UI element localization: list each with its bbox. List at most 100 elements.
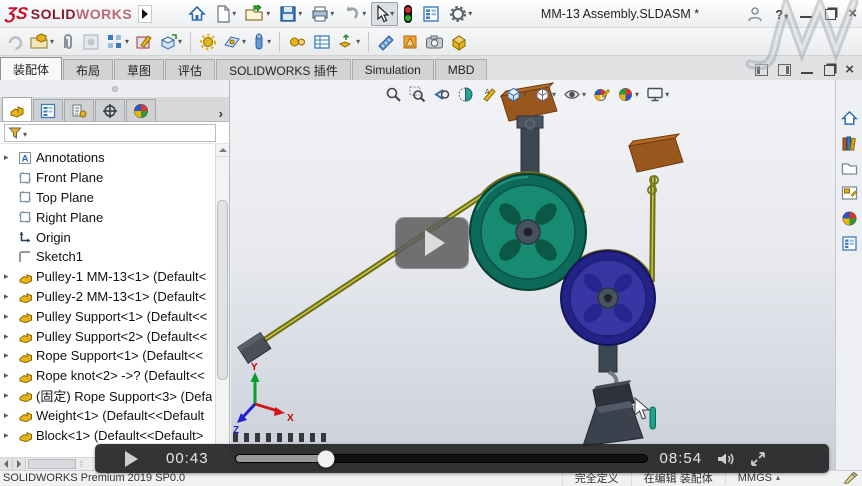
tree-item-right-plane[interactable]: Right Plane [0, 207, 212, 227]
move-component-icon[interactable] [157, 30, 184, 54]
doc-close-button[interactable]: × [845, 64, 854, 76]
tree-vertical-scrollbar[interactable] [215, 144, 229, 457]
dynamic-annotation-views-icon[interactable]: A [479, 83, 500, 105]
viewport-3d-scene[interactable]: Y X Z [231, 80, 835, 470]
collapse-right-icon[interactable] [778, 64, 791, 76]
tree-item-weight-1[interactable]: Weight<1> (Default<<Default [0, 405, 212, 425]
new-document-icon[interactable] [211, 2, 240, 26]
print-icon[interactable] [307, 2, 338, 26]
tree-item-block-1[interactable]: Block<1> (Default<<Default> [0, 425, 212, 445]
scroll-left-arrow-icon[interactable] [0, 458, 13, 470]
performance-monitor-icon[interactable] [399, 2, 417, 26]
file-explorer-icon[interactable] [838, 158, 860, 178]
user-account-icon[interactable] [747, 6, 763, 22]
tab-dimxpert-manager[interactable] [95, 99, 125, 121]
tree-filter-input[interactable] [4, 124, 216, 142]
hscrollbar-thumb[interactable] [28, 459, 76, 469]
open-document-icon[interactable] [241, 2, 274, 26]
linear-component-pattern-icon[interactable] [104, 30, 131, 54]
tree-item-front-plane[interactable]: Front Plane [0, 168, 212, 188]
design-library-icon[interactable] [838, 133, 860, 153]
tree-item-sketch1[interactable]: Sketch1 [0, 247, 212, 267]
assembly-visualization-icon[interactable] [399, 30, 421, 54]
command-manager-icon[interactable] [418, 2, 444, 26]
player-fullscreen-icon[interactable] [750, 451, 766, 467]
section-view-icon[interactable] [455, 83, 476, 105]
select-cursor-icon[interactable] [371, 2, 398, 26]
tab-layout[interactable]: 布局 [63, 59, 113, 80]
player-volume-icon[interactable] [716, 451, 736, 467]
player-play-button[interactable] [125, 451, 138, 467]
tree-item-pulley-1[interactable]: Pulley-1 MM-13<1> (Default< [0, 267, 212, 287]
insert-components-icon[interactable] [28, 30, 56, 54]
large-design-review-icon[interactable] [448, 30, 470, 54]
bill-of-materials-icon[interactable] [311, 30, 333, 54]
view-orientation-icon[interactable] [503, 83, 529, 105]
tab-property-manager[interactable] [33, 99, 63, 121]
tree-item-fixed-rope-support-3[interactable]: (固定) Rope Support<3> (Defa [0, 386, 212, 406]
tab-solidworks-addins[interactable]: SOLIDWORKS 插件 [216, 59, 351, 80]
tab-evaluate[interactable]: 评估 [165, 59, 215, 80]
tab-assembly[interactable]: 装配体 [0, 57, 62, 80]
tab-sketch[interactable]: 草图 [114, 59, 164, 80]
move-with-triad-icon[interactable] [80, 30, 102, 54]
close-button[interactable]: × [848, 8, 857, 20]
tab-feature-manager-design-tree[interactable] [2, 97, 32, 121]
zoom-to-fit-icon[interactable] [383, 83, 404, 105]
tree-item-rope-knot-2[interactable]: Rope knot<2> ->? (Default<< [0, 366, 212, 386]
hinge-alignment-icon[interactable] [250, 30, 273, 54]
undo-icon[interactable] [339, 2, 370, 26]
tree-item-annotations[interactable]: AAnnotations [0, 148, 212, 168]
doc-minimize-button[interactable] [801, 64, 813, 76]
view-settings-icon[interactable] [644, 83, 671, 105]
panel-splitter[interactable] [0, 80, 229, 98]
tree-item-rope-support-1[interactable]: Rope Support<1> (Default<< [0, 346, 212, 366]
tag-pencil-icon[interactable] [844, 472, 858, 484]
home-icon[interactable] [184, 2, 210, 26]
menu-expander-arrow-icon[interactable] [138, 5, 152, 23]
restore-button[interactable] [824, 8, 836, 20]
tree-item-top-plane[interactable]: Top Plane [0, 188, 212, 208]
scrollbar-thumb[interactable] [217, 200, 228, 380]
tab-mbd[interactable]: MBD [435, 59, 488, 80]
help-button[interactable]: ? [775, 7, 788, 22]
edit-component-icon[interactable] [4, 30, 26, 54]
units-selector[interactable]: MMGS [725, 472, 792, 484]
panel-tabs-overflow-chevron-icon[interactable] [219, 106, 223, 121]
player-seek-bar[interactable] [235, 454, 648, 463]
tree-item-pulley-support-1[interactable]: Pulley Support<1> (Default<< [0, 306, 212, 326]
edit-appearance-icon[interactable] [591, 83, 612, 105]
save-icon[interactable] [275, 2, 306, 26]
apply-scene-icon[interactable] [615, 83, 641, 105]
tab-simulation[interactable]: Simulation [352, 59, 434, 80]
minimize-button[interactable] [800, 8, 812, 20]
gear-system-icon[interactable] [286, 30, 309, 54]
previous-view-icon[interactable] [431, 83, 452, 105]
take-snapshot-icon[interactable] [423, 30, 446, 54]
video-play-overlay-button[interactable] [396, 218, 468, 268]
interference-detection-icon[interactable] [375, 30, 397, 54]
expand-arrow-icon[interactable] [4, 152, 16, 163]
scroll-right-arrow-icon[interactable] [13, 458, 26, 470]
scroll-up-arrow-icon[interactable] [216, 144, 229, 157]
mate-icon[interactable] [58, 30, 78, 54]
appearances-icon[interactable] [838, 208, 860, 228]
tab-configuration-manager[interactable] [64, 99, 94, 121]
taskpane-home-icon[interactable] [838, 108, 860, 128]
player-seek-knob[interactable] [317, 450, 334, 467]
zoom-to-area-icon[interactable] [407, 83, 428, 105]
view-palette-icon[interactable] [838, 183, 860, 203]
assembly-features-icon[interactable] [197, 30, 219, 54]
doc-restore-button[interactable] [823, 64, 835, 76]
exploded-view-icon[interactable] [335, 30, 362, 54]
display-style-icon[interactable] [532, 83, 558, 105]
tree-item-pulley-2[interactable]: Pulley-2 MM-13<1> (Default< [0, 287, 212, 307]
tree-item-pulley-support-2[interactable]: Pulley Support<2> (Default<< [0, 326, 212, 346]
custom-properties-icon[interactable] [838, 233, 860, 253]
tree-item-origin[interactable]: Origin [0, 227, 212, 247]
graphics-viewport[interactable]: A [231, 80, 835, 470]
hide-show-items-icon[interactable] [561, 83, 588, 105]
reference-geometry-icon[interactable] [221, 30, 248, 54]
smart-fasteners-icon[interactable] [133, 30, 155, 54]
options-gear-icon[interactable] [445, 2, 476, 26]
